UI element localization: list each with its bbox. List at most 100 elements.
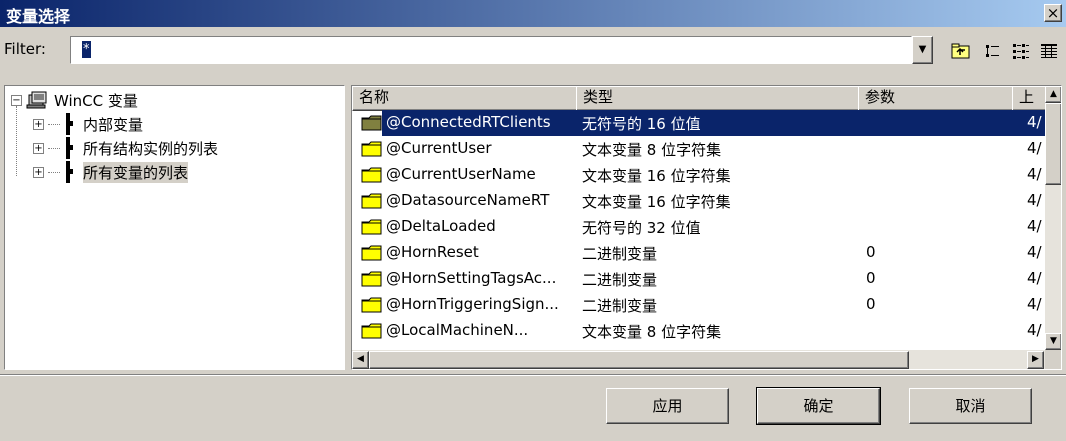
tag-list[interactable]: 名称 类型 参数 上 @ConnectedRTClients 无符号的 16 位值…: [351, 85, 1062, 370]
cell-parameter: 0: [866, 269, 876, 287]
cell-updated: 4/: [1027, 217, 1042, 235]
cell-parameter: 0: [866, 243, 876, 261]
filter-label: Filter:: [4, 40, 46, 58]
cell-name: @HornTriggeringSign...: [386, 295, 559, 313]
small-icons-view-icon: [1013, 44, 1029, 59]
cell-updated: 4/: [1027, 269, 1042, 287]
column-header-parameter[interactable]: 参数: [858, 86, 1020, 111]
table-row[interactable]: @LocalMachineN... 文本变量 8 位字符集 4/: [352, 318, 1042, 344]
cancel-button[interactable]: 取消: [909, 388, 1032, 424]
tag-icon: [361, 270, 383, 288]
cell-type: 二进制变量: [582, 297, 658, 315]
tree-root[interactable]: − WinCC 变量: [11, 88, 138, 112]
arrow-right-icon: ▶: [1032, 354, 1039, 364]
window-title: 变量选择: [6, 7, 71, 26]
tag-icon: [361, 114, 383, 132]
cell-updated: 4/: [1027, 295, 1042, 313]
title-bar: [0, 0, 1066, 27]
tree-item-internal-tags[interactable]: + 内部变量: [33, 112, 143, 136]
close-icon: ×: [1046, 4, 1060, 22]
details-view-icon: [1041, 44, 1057, 58]
divider: [0, 374, 1066, 376]
cell-type: 文本变量 16 位字符集: [582, 167, 731, 185]
arrow-up-icon: ▲: [1050, 89, 1057, 99]
tag-icon: [361, 296, 383, 314]
wincc-tags-icon: [26, 91, 47, 109]
cell-type: 二进制变量: [582, 271, 658, 289]
table-row[interactable]: @CurrentUserName 文本变量 16 位字符集 4/: [352, 162, 1042, 188]
list-view-button[interactable]: [980, 40, 1006, 62]
apply-button[interactable]: 应用: [606, 388, 729, 424]
tag-icon: [361, 244, 383, 262]
horizontal-scrollbar[interactable]: ◀ ▶: [352, 350, 1045, 369]
expand-icon[interactable]: +: [33, 142, 44, 154]
scroll-right-button[interactable]: ▶: [1027, 351, 1044, 369]
chevron-down-icon: ▼: [918, 44, 927, 55]
details-view-button[interactable]: [1036, 40, 1062, 62]
table-row[interactable]: @HornReset 二进制变量 0 4/: [352, 240, 1042, 266]
tree-connector-line: [16, 106, 17, 176]
cell-name: @DeltaLoaded: [386, 217, 496, 235]
column-header-name[interactable]: 名称: [352, 86, 584, 111]
tag-icon: [361, 192, 383, 210]
cell-type: 文本变量 16 位字符集: [582, 193, 731, 211]
tag-group-icon: [64, 113, 73, 135]
cell-updated: 4/: [1027, 165, 1042, 183]
tag-tree[interactable]: − WinCC 变量 + 内部变量 + 所有结构实例的列表 + 所有变量的列表: [4, 85, 345, 370]
up-folder-icon: [951, 43, 970, 59]
arrow-left-icon: ◀: [357, 354, 364, 364]
table-row[interactable]: @ConnectedRTClients 无符号的 16 位值 4/: [352, 110, 1047, 136]
cell-type: 文本变量 8 位字符集: [582, 323, 722, 341]
column-header-type[interactable]: 类型: [576, 86, 866, 111]
tag-icon: [361, 166, 383, 184]
expand-icon[interactable]: +: [33, 166, 44, 178]
collapse-icon[interactable]: −: [11, 94, 22, 106]
list-view-icon: [986, 45, 999, 57]
cell-name: @DatasourceNameRT: [386, 191, 550, 209]
tree-item-all-tags[interactable]: + 所有变量的列表: [33, 160, 189, 184]
ok-button[interactable]: 确定: [756, 387, 881, 425]
cell-updated: 4/: [1027, 243, 1042, 261]
tag-icon: [361, 322, 383, 340]
cell-type: 文本变量 8 位字符集: [582, 141, 722, 159]
tree-item-label: 所有变量的列表: [83, 161, 189, 183]
tag-icon: [361, 140, 383, 158]
filter-dropdown-button[interactable]: ▼: [912, 36, 933, 64]
tree-item-struct-instances[interactable]: + 所有结构实例的列表: [33, 136, 218, 160]
cell-name: @LocalMachineN...: [386, 321, 529, 339]
filter-input[interactable]: *: [70, 36, 912, 64]
cell-name: @HornSettingTagsAc...: [386, 269, 557, 287]
filter-value: *: [82, 41, 91, 58]
arrow-down-icon: ▼: [1050, 336, 1057, 346]
tree-item-label: 内部变量: [83, 115, 144, 134]
cell-type: 无符号的 32 位值: [582, 219, 701, 237]
cell-type: 无符号的 16 位值: [582, 115, 701, 133]
up-folder-button[interactable]: [948, 40, 974, 62]
scroll-up-button[interactable]: ▲: [1045, 86, 1061, 103]
cell-updated: 4/: [1027, 139, 1042, 157]
vertical-scrollbar[interactable]: ▲ ▼: [1045, 86, 1061, 350]
cell-updated: 4/: [1027, 113, 1042, 131]
table-row[interactable]: @DatasourceNameRT 文本变量 16 位字符集 4/: [352, 188, 1042, 214]
table-row[interactable]: @HornTriggeringSign... 二进制变量 0 4/: [352, 292, 1042, 318]
scrollbar-corner: [1045, 350, 1061, 369]
tag-group-icon: [64, 161, 73, 183]
horizontal-scrollbar-thumb[interactable]: [369, 351, 909, 369]
table-row[interactable]: @CurrentUser 文本变量 8 位字符集 4/: [352, 136, 1042, 162]
scroll-left-button[interactable]: ◀: [352, 351, 369, 369]
cell-name: @HornReset: [386, 243, 479, 261]
tree-root-label: WinCC 变量: [54, 91, 138, 110]
cell-updated: 4/: [1027, 191, 1042, 209]
table-row[interactable]: @DeltaLoaded 无符号的 32 位值 4/: [352, 214, 1042, 240]
tag-group-icon: [64, 137, 73, 159]
small-icons-view-button[interactable]: [1008, 40, 1034, 62]
cell-name: @CurrentUser: [386, 139, 492, 157]
cell-updated: 4/: [1027, 321, 1042, 339]
scroll-down-button[interactable]: ▼: [1045, 333, 1061, 350]
table-row[interactable]: @HornSettingTagsAc... 二进制变量 0 4/: [352, 266, 1042, 292]
close-button[interactable]: ×: [1044, 4, 1062, 22]
expand-icon[interactable]: +: [33, 118, 44, 130]
tag-icon: [361, 218, 383, 236]
cell-parameter: 0: [866, 295, 876, 313]
scrollbar-thumb[interactable]: [1045, 103, 1061, 185]
